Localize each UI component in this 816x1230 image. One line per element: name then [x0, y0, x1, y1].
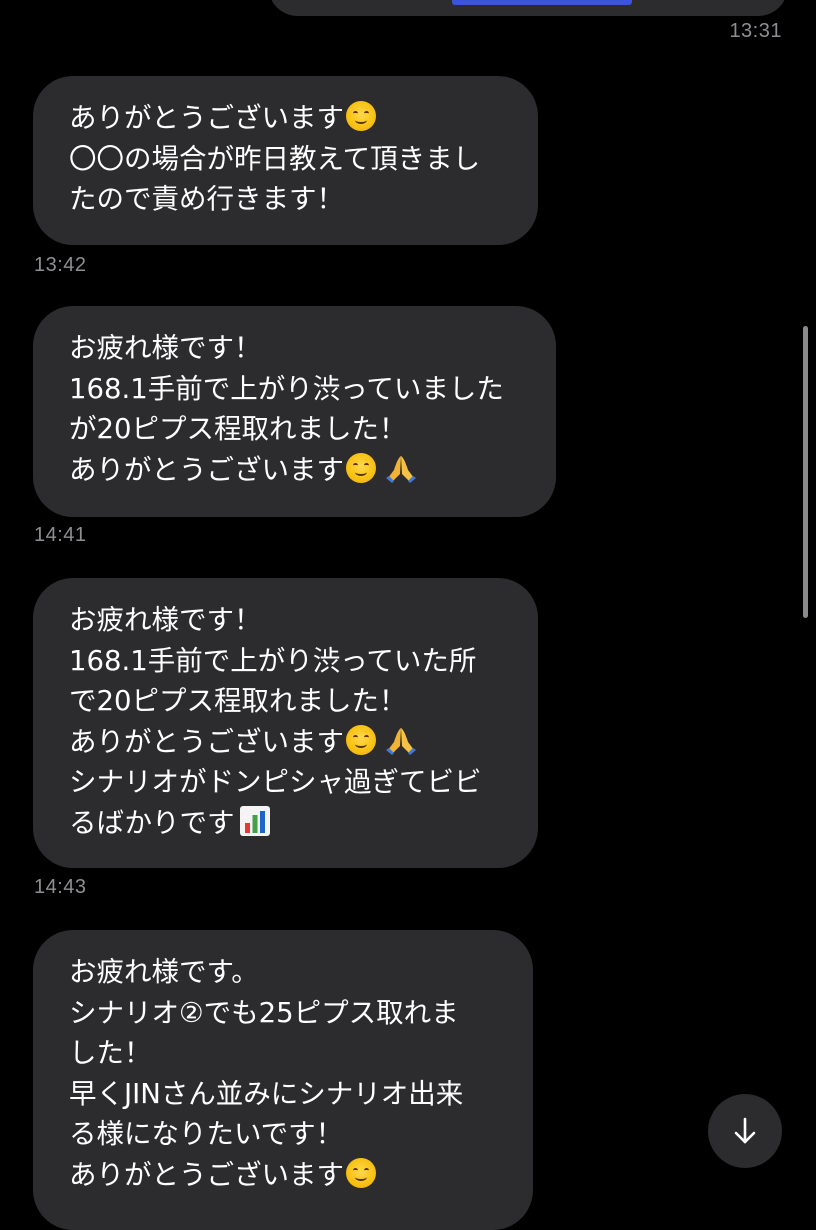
message-line: ありがとうございます — [69, 450, 526, 491]
message-line: る様になりたいです！ — [69, 1118, 344, 1150]
message-line: ありがとうございます — [69, 1155, 503, 1196]
bar-chart-emoji-icon — [239, 805, 270, 836]
smiling-face-emoji-icon — [346, 101, 376, 131]
message-timestamp: 13:42 — [34, 254, 87, 276]
message-bubble[interactable]: お疲れ様です。 シナリオ②でも25ピプス取れま した！ 早くJINさん並みにシナ… — [33, 930, 533, 1230]
message-line: した！ — [69, 1037, 152, 1069]
message-line: 早くJINさん並みにシナリオ出来 — [69, 1077, 464, 1110]
arrow-down-icon — [734, 1117, 756, 1144]
message-timestamp: 13:31 — [729, 20, 782, 42]
message-line: るばかりです — [69, 803, 508, 844]
message-line: 168.1手前で上がり渋っていた所 — [69, 644, 477, 677]
previous-message-attachment-edge — [452, 0, 632, 5]
message-bubble[interactable]: ありがとうございます 〇〇の場合が昨日教えて頂きまし たので責め行きます！ — [33, 76, 538, 245]
message-bubble[interactable]: お疲れ様です！ 168.1手前で上がり渋っていました が20ピプス程取れました！… — [33, 306, 556, 517]
message-bubble[interactable]: お疲れ様です！ 168.1手前で上がり渋っていた所 で20ピプス程取れました！ … — [33, 578, 538, 868]
message-timestamp: 14:41 — [34, 524, 87, 546]
message-line: シナリオがドンピシャ過ぎてビビ — [69, 766, 482, 798]
smiling-face-emoji-icon — [346, 452, 376, 483]
message-line: お疲れ様です！ — [69, 332, 262, 364]
folded-hands-emoji-icon — [386, 727, 416, 755]
message-line: お疲れ様です！ — [69, 604, 262, 636]
message-line: 168.1手前で上がり渋っていました — [69, 372, 504, 405]
message-line: 〇〇の場合が昨日教えて頂きまし — [69, 142, 481, 175]
scrollbar[interactable] — [803, 326, 808, 618]
message-line: で20ピプス程取れました！ — [69, 685, 407, 717]
smiling-face-emoji-icon — [346, 1157, 376, 1188]
message-line: ありがとうございます — [69, 98, 508, 139]
message-line: ありがとうございます — [69, 722, 508, 763]
folded-hands-emoji-icon — [386, 455, 416, 483]
smiling-face-emoji-icon — [346, 724, 376, 755]
message-timestamp: 14:43 — [34, 876, 87, 898]
message-line: が20ピプス程取れました！ — [69, 413, 407, 445]
scroll-to-bottom-button[interactable] — [708, 1094, 782, 1168]
message-line: お疲れ様です。 — [69, 956, 259, 988]
message-line: たので責め行きます！ — [69, 183, 344, 215]
message-line: シナリオ②でも25ピプス取れま — [69, 996, 459, 1029]
